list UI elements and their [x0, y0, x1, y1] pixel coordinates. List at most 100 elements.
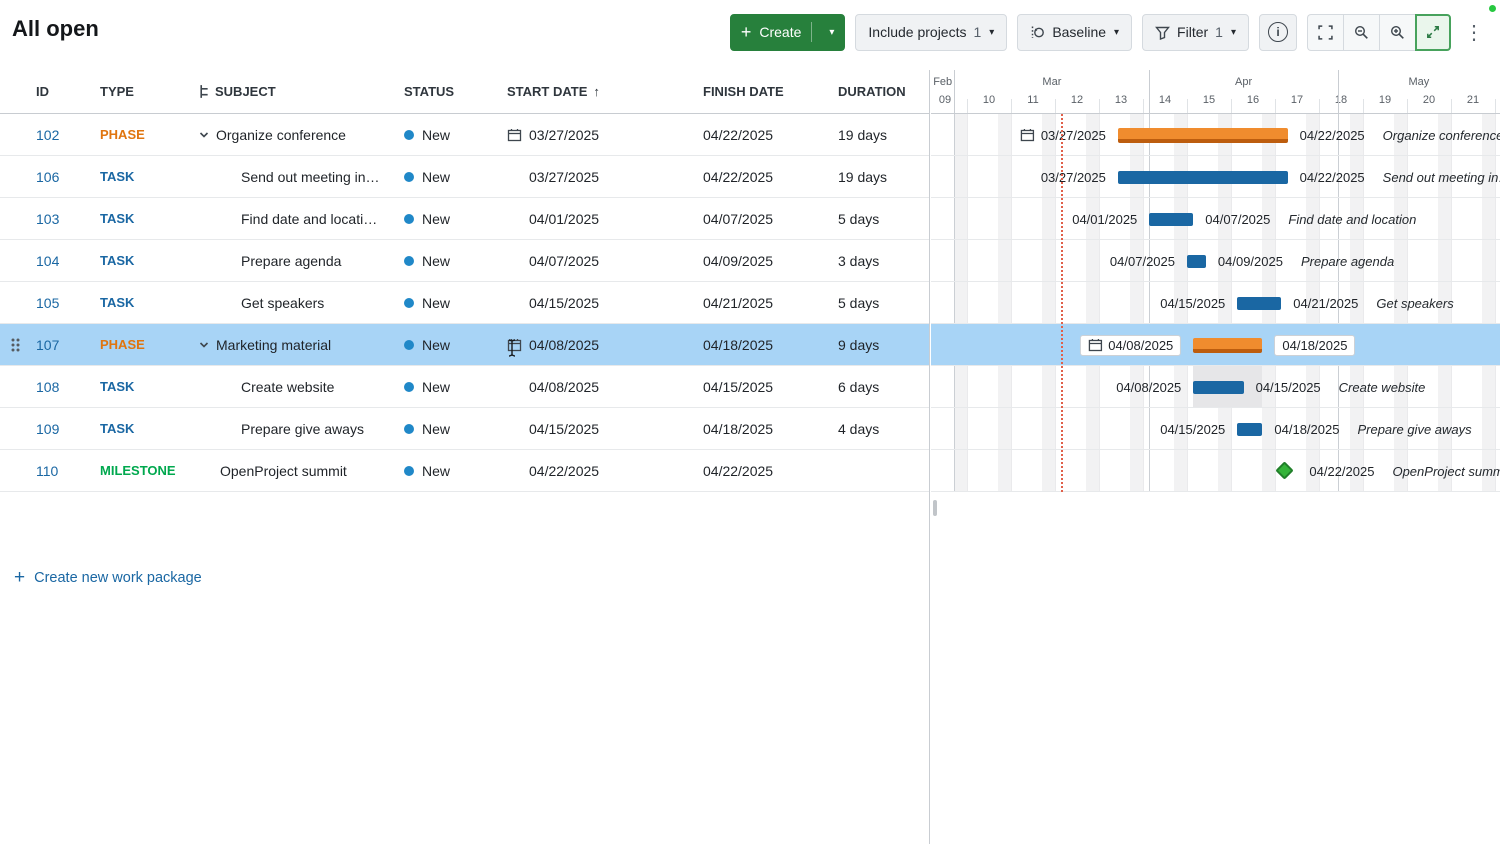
- work-package-status[interactable]: New: [390, 127, 500, 143]
- finish-date-cell[interactable]: 04/22/2025: [690, 463, 830, 479]
- gantt-row[interactable]: 04/07/202504/09/2025Prepare agenda: [931, 240, 1500, 282]
- duration-cell[interactable]: 5 days: [830, 211, 928, 227]
- start-date-cell[interactable]: 04/15/2025: [500, 295, 690, 311]
- gantt-bar-task[interactable]: [1237, 297, 1281, 310]
- work-package-status[interactable]: New: [390, 295, 500, 311]
- gantt-fullscreen-toggle-button[interactable]: [1415, 14, 1451, 51]
- work-package-id[interactable]: 102: [32, 127, 88, 143]
- work-package-status[interactable]: New: [390, 337, 500, 353]
- work-package-status[interactable]: New: [390, 211, 500, 227]
- table-row[interactable]: 106TASKSend out meeting in…New03/27/2025…: [0, 156, 929, 198]
- column-header-finish-date[interactable]: FINISH DATE: [690, 84, 830, 99]
- create-button[interactable]: + Create ▾: [730, 14, 846, 51]
- baseline-button[interactable]: Baseline ▾: [1017, 14, 1132, 51]
- duration-cell[interactable]: 19 days: [830, 127, 928, 143]
- table-row[interactable]: 108TASKCreate websiteNew04/08/202504/15/…: [0, 366, 929, 408]
- column-header-subject[interactable]: SUBJECT: [196, 84, 390, 99]
- work-package-id[interactable]: 105: [32, 295, 88, 311]
- work-package-subject[interactable]: Prepare agenda: [196, 253, 390, 269]
- gantt-bar-task[interactable]: [1118, 171, 1288, 184]
- column-header-type[interactable]: TYPE: [88, 84, 196, 99]
- work-package-subject[interactable]: Find date and locati…: [196, 211, 390, 227]
- start-date-cell[interactable]: 03/27/2025: [500, 169, 690, 185]
- gantt-bar-task[interactable]: [1187, 255, 1206, 268]
- work-package-status[interactable]: New: [390, 421, 500, 437]
- finish-date-cell[interactable]: 04/21/2025: [690, 295, 830, 311]
- gantt-milestone-diamond[interactable]: [1275, 461, 1293, 479]
- gantt-row[interactable]: 04/22/2025OpenProject summit: [931, 450, 1500, 492]
- gantt-bar-task[interactable]: [1193, 381, 1243, 394]
- gantt-row[interactable]: 04/01/202504/07/2025Find date and locati…: [931, 198, 1500, 240]
- duration-cell[interactable]: 5 days: [830, 295, 928, 311]
- duration-cell[interactable]: 19 days: [830, 169, 928, 185]
- more-menu-button[interactable]: ⋮: [1461, 20, 1487, 45]
- work-package-status[interactable]: New: [390, 379, 500, 395]
- work-package-id[interactable]: 109: [32, 421, 88, 437]
- zoom-out-button[interactable]: [1343, 14, 1379, 51]
- start-date-cell[interactable]: 04/08/2025: [500, 337, 690, 353]
- column-header-start-date[interactable]: START DATE ↑: [500, 84, 690, 99]
- work-package-subject[interactable]: Get speakers: [196, 295, 390, 311]
- create-work-package-link[interactable]: + Create new work package: [14, 568, 202, 587]
- zoom-to-fit-button[interactable]: [1307, 14, 1343, 51]
- table-row[interactable]: 104TASKPrepare agendaNew04/07/202504/09/…: [0, 240, 929, 282]
- duration-cell[interactable]: 9 days: [830, 337, 928, 353]
- table-row[interactable]: 102PHASEOrganize conferenceNew03/27/2025…: [0, 114, 929, 156]
- column-header-id[interactable]: ID: [32, 84, 88, 99]
- gantt-row[interactable]: 03/27/202504/22/2025Send out meeting in…: [931, 156, 1500, 198]
- gantt-row[interactable]: 03/27/202504/22/2025Organize conference: [931, 114, 1500, 156]
- work-package-subject[interactable]: Organize conference: [196, 127, 390, 143]
- finish-date-cell[interactable]: 04/18/2025: [690, 421, 830, 437]
- gantt-row[interactable]: 04/15/202504/21/2025Get speakers: [931, 282, 1500, 324]
- info-button[interactable]: i: [1259, 14, 1297, 51]
- work-package-subject[interactable]: Create website: [196, 379, 390, 395]
- work-package-subject[interactable]: Send out meeting in…: [196, 169, 390, 185]
- finish-date-cell[interactable]: 04/18/2025: [690, 337, 830, 353]
- work-package-status[interactable]: New: [390, 463, 500, 479]
- column-header-duration[interactable]: DURATION: [830, 84, 928, 99]
- work-package-status[interactable]: New: [390, 169, 500, 185]
- hierarchy-icon[interactable]: [198, 84, 213, 99]
- finish-date-cell[interactable]: 04/15/2025: [690, 379, 830, 395]
- gantt-bar-task[interactable]: [1149, 213, 1193, 226]
- finish-date-cell[interactable]: 04/07/2025: [690, 211, 830, 227]
- gantt-row[interactable]: 04/15/202504/18/2025Prepare give aways: [931, 408, 1500, 450]
- start-date-cell[interactable]: 03/27/2025: [500, 127, 690, 143]
- table-row[interactable]: 103TASKFind date and locati…New04/01/202…: [0, 198, 929, 240]
- collapse-chevron-icon[interactable]: [198, 129, 210, 141]
- duration-cell[interactable]: 4 days: [830, 421, 928, 437]
- table-gantt-divider[interactable]: [929, 70, 930, 844]
- table-row[interactable]: 110MILESTONEOpenProject summitNew04/22/2…: [0, 450, 929, 492]
- start-date-cell[interactable]: 04/08/2025: [500, 379, 690, 395]
- work-package-subject[interactable]: Prepare give aways: [196, 421, 390, 437]
- gantt-scrollbar-thumb[interactable]: [933, 500, 937, 516]
- start-date-cell[interactable]: 04/01/2025: [500, 211, 690, 227]
- work-package-id[interactable]: 106: [32, 169, 88, 185]
- start-date-cell[interactable]: 04/07/2025: [500, 253, 690, 269]
- work-package-id[interactable]: 108: [32, 379, 88, 395]
- work-package-id[interactable]: 103: [32, 211, 88, 227]
- work-package-id[interactable]: 110: [32, 463, 88, 479]
- work-package-subject[interactable]: OpenProject summit: [196, 463, 390, 479]
- gantt-bar-phase[interactable]: [1193, 338, 1262, 353]
- finish-date-cell[interactable]: 04/22/2025: [690, 127, 830, 143]
- table-row[interactable]: 107PHASEMarketing materialNew04/08/20250…: [0, 324, 929, 366]
- finish-date-cell[interactable]: 04/09/2025: [690, 253, 830, 269]
- work-package-status[interactable]: New: [390, 253, 500, 269]
- collapse-chevron-icon[interactable]: [198, 339, 210, 351]
- gantt-bar-phase[interactable]: [1118, 128, 1288, 143]
- gantt-row[interactable]: 04/08/202504/18/2025: [931, 324, 1500, 366]
- start-date-cell[interactable]: 04/15/2025: [500, 421, 690, 437]
- work-package-id[interactable]: 107: [32, 337, 88, 353]
- table-row[interactable]: 105TASKGet speakersNew04/15/202504/21/20…: [0, 282, 929, 324]
- filter-button[interactable]: Filter 1 ▾: [1142, 14, 1249, 51]
- duration-cell[interactable]: 6 days: [830, 379, 928, 395]
- duration-cell[interactable]: 3 days: [830, 253, 928, 269]
- drag-handle[interactable]: [0, 337, 32, 353]
- work-package-subject[interactable]: Marketing material: [196, 337, 390, 353]
- gantt-bar-task[interactable]: [1237, 423, 1262, 436]
- gantt-row[interactable]: 04/08/202504/15/2025Create website: [931, 366, 1500, 408]
- work-package-id[interactable]: 104: [32, 253, 88, 269]
- start-date-cell[interactable]: 04/22/2025: [500, 463, 690, 479]
- column-header-status[interactable]: STATUS: [390, 84, 500, 99]
